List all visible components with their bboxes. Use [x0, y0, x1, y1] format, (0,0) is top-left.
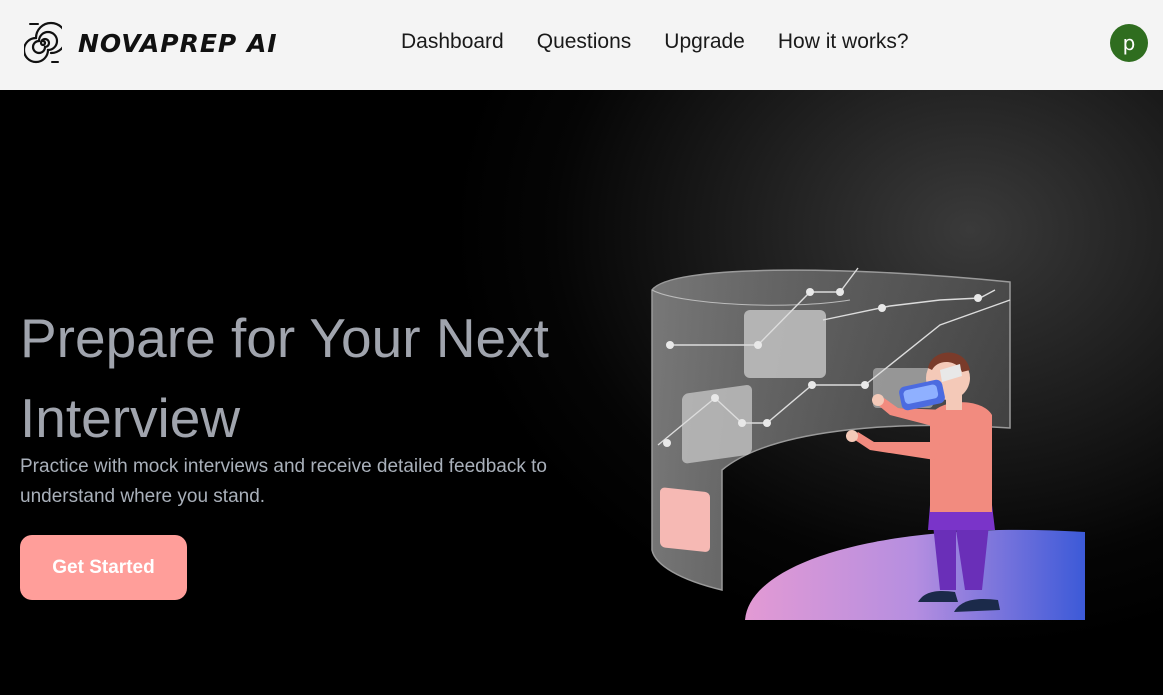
spiral-logo-icon [24, 21, 62, 64]
nav-link-upgrade[interactable]: Upgrade [664, 30, 745, 54]
avatar[interactable]: p [1110, 24, 1148, 62]
hero-subtext-line1: Practice with mock interviews and receiv… [20, 456, 547, 477]
logo[interactable]: NOVAPREP AI [24, 20, 278, 66]
hero-headline: Prepare for Your Next Interview [20, 298, 620, 458]
get-started-button[interactable]: Get Started [20, 535, 187, 600]
hero-subtext-line2: understand where you stand. [20, 486, 266, 507]
nav-link-how-it-works[interactable]: How it works? [778, 30, 909, 54]
nav-link-questions[interactable]: Questions [537, 30, 632, 54]
navbar: NOVAPREP AI Dashboard Questions Upgrade … [0, 0, 1163, 90]
vr-person-illustration [651, 267, 1085, 620]
main-nav: Dashboard Questions Upgrade How it works… [401, 30, 909, 54]
hero-headline-line1: Prepare for Your Next [20, 307, 549, 369]
hero-section: Prepare for Your Next Interview Practice… [0, 90, 1163, 695]
hero-headline-line2: Interview [20, 387, 241, 449]
nav-link-dashboard[interactable]: Dashboard [401, 30, 504, 54]
brand-name: NOVAPREP AI [78, 28, 278, 58]
hero-subtext: Practice with mock interviews and receiv… [20, 452, 620, 512]
